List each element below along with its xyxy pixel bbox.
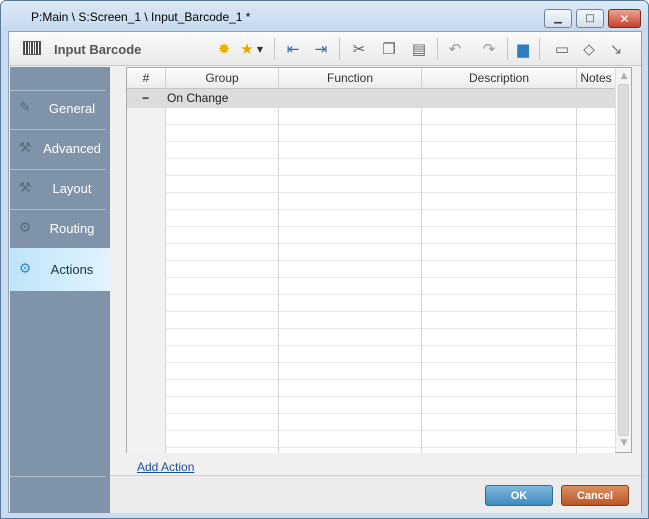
row-number-column bbox=[127, 108, 165, 453]
group-row-on-change[interactable]: − On Change bbox=[127, 89, 615, 108]
export-icon[interactable]: ↘ bbox=[606, 39, 626, 59]
scroll-down-icon[interactable]: ▼ bbox=[619, 438, 629, 448]
minimize-button[interactable]: ▁ bbox=[544, 9, 572, 28]
scroll-up-icon[interactable]: ▲ bbox=[619, 71, 629, 81]
toolbar: Input Barcode ✹ ★ ▼ ⇤ ⇥ ✂ ❐ ▤ ↶ ↷ ▆ ▭ ◇ … bbox=[9, 32, 641, 66]
toolbar-title: Input Barcode bbox=[54, 42, 142, 57]
scrollbar-thumb[interactable] bbox=[618, 84, 629, 436]
barcode-icon bbox=[23, 41, 41, 55]
chevron-down-icon[interactable]: ▼ bbox=[255, 39, 265, 59]
window-title: P:Main \ S:Screen_1 \ Input_Barcode_1 * bbox=[31, 10, 251, 24]
close-button[interactable]: ✕ bbox=[608, 9, 641, 28]
sidebar-item-advanced[interactable]: ⚒ Advanced bbox=[10, 129, 110, 169]
copy-icon[interactable]: ❐ bbox=[379, 39, 399, 59]
cancel-button[interactable]: Cancel bbox=[561, 485, 629, 506]
outdent-icon[interactable]: ⇤ bbox=[283, 39, 303, 59]
star-icon[interactable]: ★ bbox=[237, 39, 257, 59]
column-header-number[interactable]: # bbox=[127, 68, 166, 88]
column-divider bbox=[165, 108, 166, 453]
column-divider bbox=[576, 108, 577, 453]
column-header-function[interactable]: Function bbox=[279, 68, 422, 88]
column-header-notes[interactable]: Notes bbox=[577, 68, 615, 88]
pencil-icon: ✎ bbox=[19, 100, 31, 116]
sidebar-item-actions[interactable]: ⚙ Actions bbox=[10, 248, 110, 291]
vertical-scrollbar[interactable]: ▲ ▼ bbox=[615, 68, 631, 452]
toolbar-separator bbox=[437, 38, 438, 60]
sidebar-item-layout[interactable]: ⚒ Layout bbox=[10, 169, 110, 209]
gears-icon: ⚙ bbox=[18, 261, 32, 277]
cut-icon[interactable]: ✂ bbox=[349, 39, 369, 59]
maximize-icon: □ bbox=[585, 13, 595, 24]
redo-icon[interactable]: ↷ bbox=[479, 39, 499, 59]
undo-icon[interactable]: ↶ bbox=[445, 39, 465, 59]
sidebar-divider bbox=[10, 476, 106, 477]
sidebar-item-label: General bbox=[48, 101, 96, 116]
actions-grid[interactable]: # Group Function Description Notes − On … bbox=[126, 67, 632, 453]
toolbar-separator bbox=[274, 38, 275, 60]
column-header-group[interactable]: Group bbox=[166, 68, 279, 88]
ok-button[interactable]: OK bbox=[485, 485, 553, 506]
sidebar-item-routing[interactable]: ⚙ Routing bbox=[10, 209, 110, 249]
close-icon: ✕ bbox=[619, 11, 630, 26]
add-action-link[interactable]: Add Action bbox=[137, 460, 194, 474]
wrench-icon: ⚒ bbox=[18, 140, 32, 156]
toolbar-separator bbox=[339, 38, 340, 60]
wrench-icon: ⚒ bbox=[18, 180, 32, 196]
sidebar: ✎ General ⚒ Advanced ⚒ Layout ⚙ Routing … bbox=[10, 67, 110, 513]
sidebar-item-label: Layout bbox=[52, 181, 92, 196]
tag-icon[interactable]: ◇ bbox=[579, 39, 599, 59]
sidebar-item-label: Advanced bbox=[43, 141, 101, 156]
indent-icon[interactable]: ⇥ bbox=[311, 39, 331, 59]
dialog-body: Input Barcode ✹ ★ ▼ ⇤ ⇥ ✂ ❐ ▤ ↶ ↷ ▆ ▭ ◇ … bbox=[8, 31, 642, 513]
collapse-icon[interactable]: − bbox=[142, 89, 149, 108]
info-comment-icon[interactable]: ▆ bbox=[513, 39, 533, 59]
column-header-description[interactable]: Description bbox=[422, 68, 577, 88]
title-bar[interactable]: P:Main \ S:Screen_1 \ Input_Barcode_1 * … bbox=[1, 1, 648, 31]
grid-header: # Group Function Description Notes bbox=[127, 68, 615, 89]
paste-icon[interactable]: ▤ bbox=[409, 39, 429, 59]
toolbar-separator bbox=[507, 38, 508, 60]
sidebar-item-label: Routing bbox=[49, 221, 95, 236]
minimize-icon: ▁ bbox=[554, 13, 562, 24]
column-divider bbox=[421, 108, 422, 453]
lightbulb-icon[interactable]: ✹ bbox=[214, 39, 234, 59]
grid-rows[interactable] bbox=[127, 108, 615, 453]
sidebar-item-label: Actions bbox=[50, 262, 94, 277]
group-row-label: On Change bbox=[167, 91, 229, 105]
column-divider bbox=[278, 108, 279, 453]
toolbar-separator bbox=[539, 38, 540, 60]
dialog-footer: OK Cancel bbox=[110, 475, 641, 513]
comment-icon[interactable]: ▭ bbox=[552, 39, 572, 59]
gear-icon: ⚙ bbox=[18, 220, 32, 236]
maximize-button[interactable]: □ bbox=[576, 9, 604, 28]
sidebar-item-general[interactable]: ✎ General bbox=[10, 89, 110, 129]
dialog-window: P:Main \ S:Screen_1 \ Input_Barcode_1 * … bbox=[0, 0, 649, 519]
